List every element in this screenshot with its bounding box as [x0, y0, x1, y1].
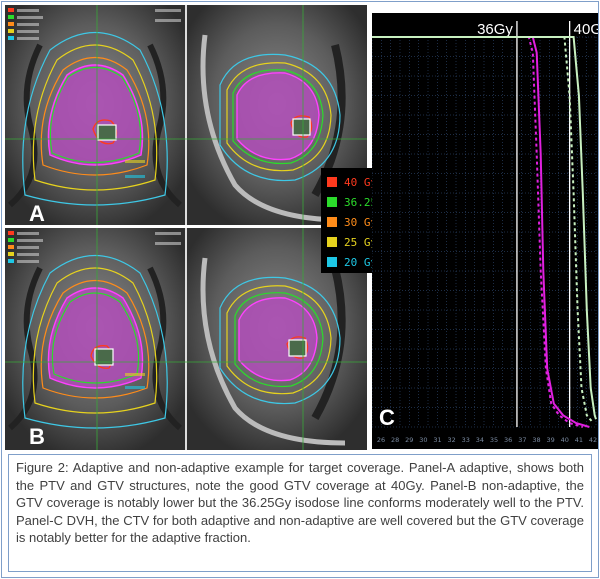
panel-c-label: C — [379, 405, 395, 430]
x-tick-label: 42 — [589, 436, 597, 444]
panel-b: B — [5, 228, 367, 450]
x-tick-label: 40 — [561, 436, 569, 444]
x-tick-label: 37 — [518, 436, 526, 444]
x-tick-label: 30 — [419, 436, 427, 444]
dvh-series-line — [372, 36, 595, 424]
legend-swatch — [327, 257, 337, 267]
x-tick-label: 29 — [405, 436, 413, 444]
figure-area: A B 40 Gy 36.25 Gy 30 Gy 25 Gy 20 Gy 36G… — [5, 5, 600, 450]
x-tick-label: 28 — [391, 436, 399, 444]
legend-item-20gy: 20 Gy — [327, 255, 377, 269]
legend-item-40gy: 40 Gy — [327, 175, 377, 189]
dvh-plot: 36Gy 40Gy 26 28 29 30 31 32 33 34 35 36 37 38 39 40 41 42 — [371, 21, 600, 444]
legend-item-25gy: 25 Gy — [327, 235, 377, 249]
x-tick-label: 34 — [476, 436, 484, 444]
panel-b-label: B — [29, 424, 45, 449]
legend-swatch — [327, 177, 337, 187]
x-tick-label: 35 — [490, 436, 498, 444]
panel-a-mri-image — [5, 5, 367, 225]
legend-item-30gy: 30 Gy — [327, 215, 377, 229]
x-tick-label: 36 — [504, 436, 512, 444]
legend-swatch — [327, 197, 337, 207]
reference-line-label: 40Gy — [574, 21, 598, 38]
x-tick-label: 38 — [532, 436, 540, 444]
reference-line-label: 36Gy — [477, 21, 513, 38]
x-tick-label: 33 — [462, 436, 470, 444]
x-tick-label: 32 — [448, 436, 456, 444]
panel-b-mri-image — [5, 228, 367, 450]
x-tick-label: 39 — [546, 436, 554, 444]
x-tick-label: 41 — [575, 436, 583, 444]
panel-a: A — [5, 5, 367, 225]
figure-frame: A B 40 Gy 36.25 Gy 30 Gy 25 Gy 20 Gy 36G… — [1, 1, 600, 578]
x-tick-label: 26 — [377, 436, 385, 444]
panel-a-label: A — [29, 201, 45, 225]
legend-swatch — [327, 237, 337, 247]
figure-caption: Figure 2: Adaptive and non-adaptive exam… — [8, 454, 592, 572]
legend-swatch — [327, 217, 337, 227]
x-tick-label: 31 — [433, 436, 441, 444]
panel-c-dvh-chart: 36Gy 40Gy 26 28 29 30 31 32 33 34 35 36 37 38 39 40 41 42… — [371, 13, 600, 449]
